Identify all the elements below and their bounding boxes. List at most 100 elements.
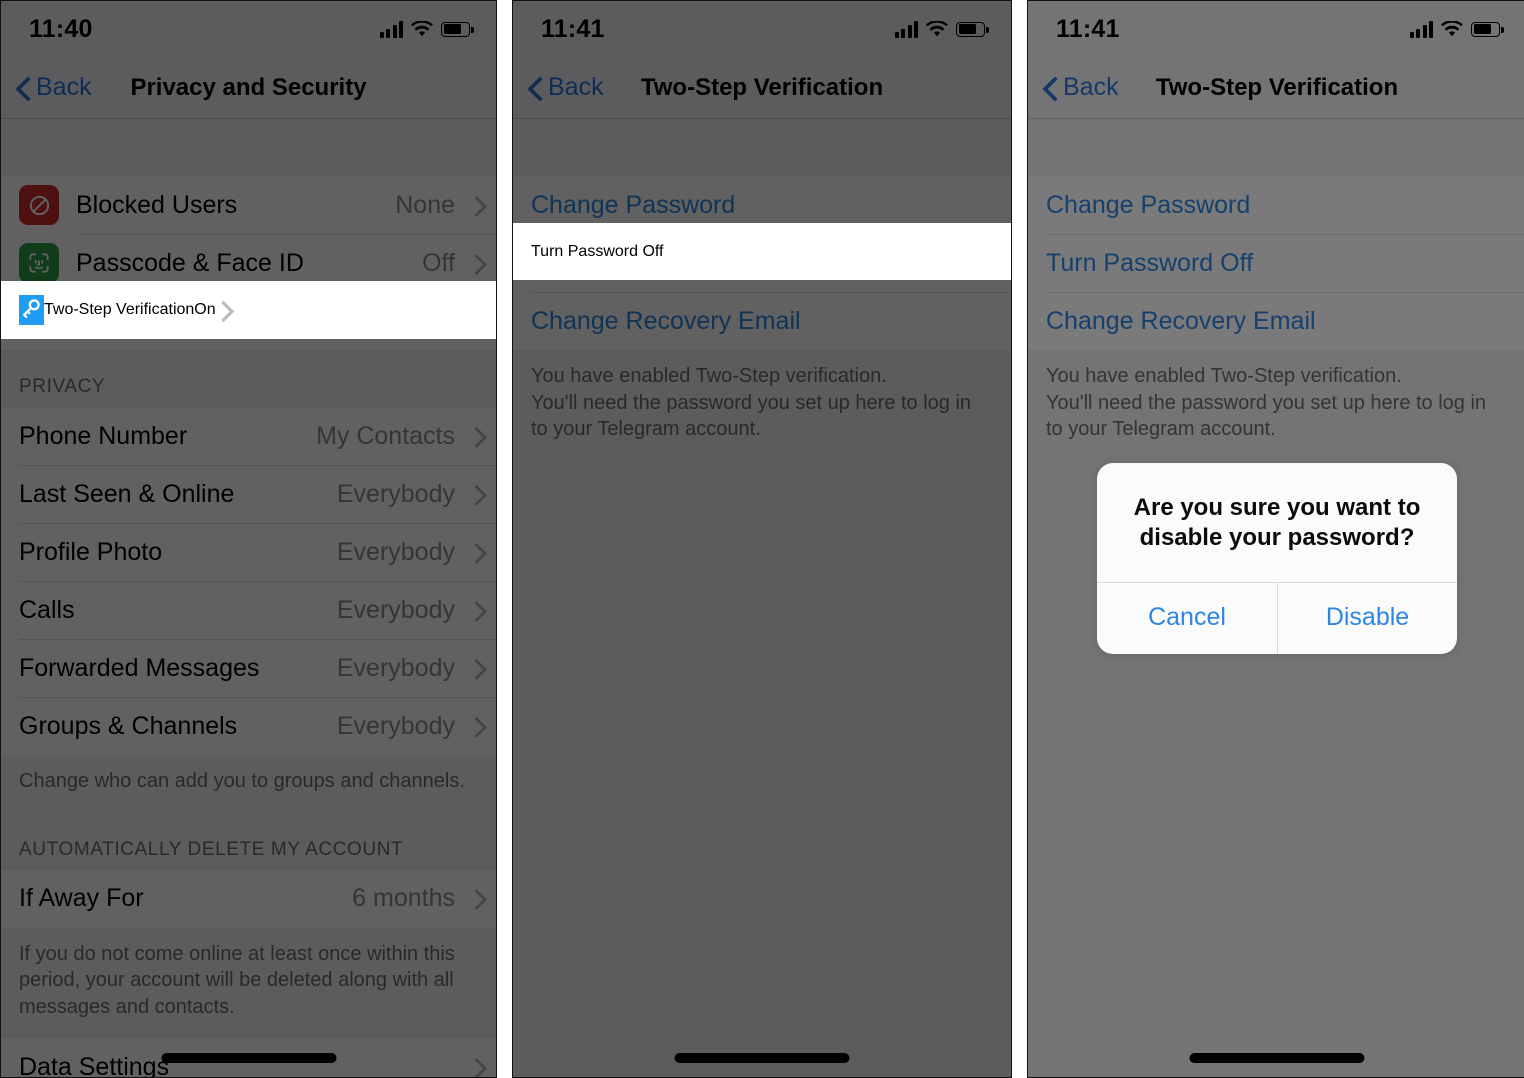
row-label: Last Seen & Online: [19, 479, 235, 508]
row-value: Everybody: [336, 479, 455, 508]
chevron-right-icon: [216, 301, 227, 320]
privacy-group: Phone Number My Contacts Last Seen & Onl…: [1, 407, 496, 755]
back-button-label: Back: [36, 73, 92, 101]
battery-icon: [441, 21, 474, 37]
link-label: Change Password: [531, 190, 736, 219]
row-phone-number[interactable]: Phone Number My Contacts: [1, 407, 496, 465]
status-bar: 11:41: [513, 1, 1011, 57]
row-groups-channels[interactable]: Groups & Channels Everybody: [1, 697, 496, 755]
link-label: Turn Password Off: [1046, 248, 1254, 277]
link-label: Change Recovery Email: [1046, 306, 1316, 335]
chevron-left-icon: [1044, 77, 1057, 99]
link-change-password[interactable]: Change Password: [1028, 176, 1524, 234]
row-forwarded-messages[interactable]: Forwarded Messages Everybody: [1, 639, 496, 697]
phone-screen-privacy-and-security: 11:40 Back Privacy and Security Blocked …: [0, 0, 497, 1078]
link-label: Change Password: [1046, 190, 1251, 219]
row-value: Everybody: [336, 711, 455, 740]
disable-button[interactable]: Disable: [1277, 582, 1457, 654]
signal-bars-icon: [379, 20, 403, 38]
chevron-right-icon: [469, 889, 480, 908]
signal-bars-icon: [1409, 20, 1433, 38]
row-label: Groups & Channels: [19, 711, 238, 740]
privacy-section-header: PRIVACY: [1, 350, 496, 407]
row-value: Everybody: [336, 595, 455, 624]
chevron-right-icon: [469, 1058, 480, 1077]
chevron-right-icon: [469, 427, 480, 446]
chevron-right-icon: [469, 601, 480, 620]
wifi-icon: [1440, 19, 1463, 38]
row-if-away-for[interactable]: If Away For 6 months: [1, 869, 496, 928]
row-value: My Contacts: [316, 421, 455, 450]
back-button-label: Back: [548, 73, 604, 101]
row-blocked-users[interactable]: Blocked Users None: [1, 176, 496, 234]
row-profile-photo[interactable]: Profile Photo Everybody: [1, 523, 496, 581]
link-turn-password-off[interactable]: Turn Password Off: [513, 223, 1011, 280]
confirm-disable-password-dialog: Are you sure you want to disable your pa…: [1097, 463, 1457, 654]
status-bar: 11:40: [1, 1, 496, 57]
link-turn-password-off[interactable]: Turn Password Off: [1028, 234, 1524, 292]
row-value: 6 months: [352, 884, 455, 913]
link-change-recovery-email[interactable]: Change Recovery Email: [1028, 292, 1524, 350]
status-bar-clock: 11:41: [541, 14, 605, 43]
phone-screen-two-step-verification-menu: 11:41 Back Two-Step Verification Change …: [512, 0, 1012, 1078]
panel-divider: [497, 0, 512, 1078]
two-step-footnote: You have enabled Two-Step verification. …: [1028, 350, 1524, 461]
back-button[interactable]: Back: [1044, 73, 1119, 102]
chevron-right-icon: [469, 254, 480, 273]
auto-delete-footnote: If you do not come online at least once …: [1, 927, 496, 1039]
chevron-left-icon: [529, 77, 542, 99]
row-value: None: [395, 190, 455, 219]
navigation-bar: Back Privacy and Security: [1, 57, 496, 119]
chevron-right-icon: [469, 659, 480, 678]
privacy-footnote: Change who can add you to groups and cha…: [1, 755, 496, 813]
block-icon: [19, 185, 59, 225]
dialog-actions: Cancel Disable: [1097, 581, 1457, 654]
wifi-icon: [410, 19, 433, 38]
status-bar: 11:41: [1028, 1, 1524, 57]
three-panel-screenshot-strip: 11:40 Back Privacy and Security Blocked …: [0, 0, 1524, 1078]
settings-list: Blocked Users None Passcode & Face ID Of…: [1, 119, 496, 1077]
row-last-seen-online[interactable]: Last Seen & Online Everybody: [1, 465, 496, 523]
list-top-spacer: [1028, 119, 1524, 176]
status-bar-indicators: [894, 19, 989, 38]
row-value: Off: [422, 248, 455, 277]
phone-screen-two-step-verification-confirm: 11:41 Back Two-Step Verification Change …: [1027, 0, 1524, 1078]
row-label: Passcode & Face ID: [76, 248, 304, 277]
back-button[interactable]: Back: [529, 73, 604, 102]
auto-delete-section-header: AUTOMATICALLY DELETE MY ACCOUNT: [1, 812, 496, 870]
status-bar-clock: 11:41: [1056, 14, 1120, 43]
signal-bars-icon: [894, 20, 918, 38]
row-calls[interactable]: Calls Everybody: [1, 581, 496, 639]
status-bar-clock: 11:40: [29, 14, 93, 43]
cancel-button[interactable]: Cancel: [1097, 583, 1277, 654]
battery-icon: [1471, 21, 1504, 37]
row-label: Forwarded Messages: [19, 653, 260, 682]
row-label: Two-Step Verification: [44, 301, 195, 318]
key-icon: [19, 295, 44, 325]
panel-divider: [1012, 0, 1027, 1078]
link-label: Turn Password Off: [531, 242, 664, 260]
row-label: Calls: [19, 595, 75, 624]
row-label: Profile Photo: [19, 537, 163, 566]
face-id-icon: [19, 243, 59, 283]
chevron-right-icon: [469, 717, 480, 736]
status-bar-indicators: [379, 19, 474, 38]
chevron-left-icon: [17, 77, 30, 99]
wifi-icon: [925, 19, 948, 38]
chevron-right-icon: [469, 196, 480, 215]
home-indicator: [161, 1053, 336, 1063]
two-step-links-group: Change Password Turn Password Off Change…: [1028, 176, 1524, 350]
back-button[interactable]: Back: [17, 73, 92, 102]
row-label: If Away For: [19, 884, 144, 913]
home-indicator: [674, 1053, 850, 1063]
back-button-label: Back: [1063, 73, 1119, 101]
list-top-spacer: [513, 119, 1011, 176]
link-change-recovery-email[interactable]: Change Recovery Email: [513, 292, 1011, 350]
dialog-title: Are you sure you want to disable your pa…: [1133, 494, 1421, 552]
home-indicator: [1189, 1053, 1365, 1063]
row-value: Everybody: [336, 653, 455, 682]
navigation-bar: Back Two-Step Verification: [1028, 57, 1524, 119]
list-top-spacer: [1, 119, 496, 176]
row-two-step-verification[interactable]: Two-Step Verification On: [1, 281, 496, 339]
battery-icon: [956, 21, 989, 37]
